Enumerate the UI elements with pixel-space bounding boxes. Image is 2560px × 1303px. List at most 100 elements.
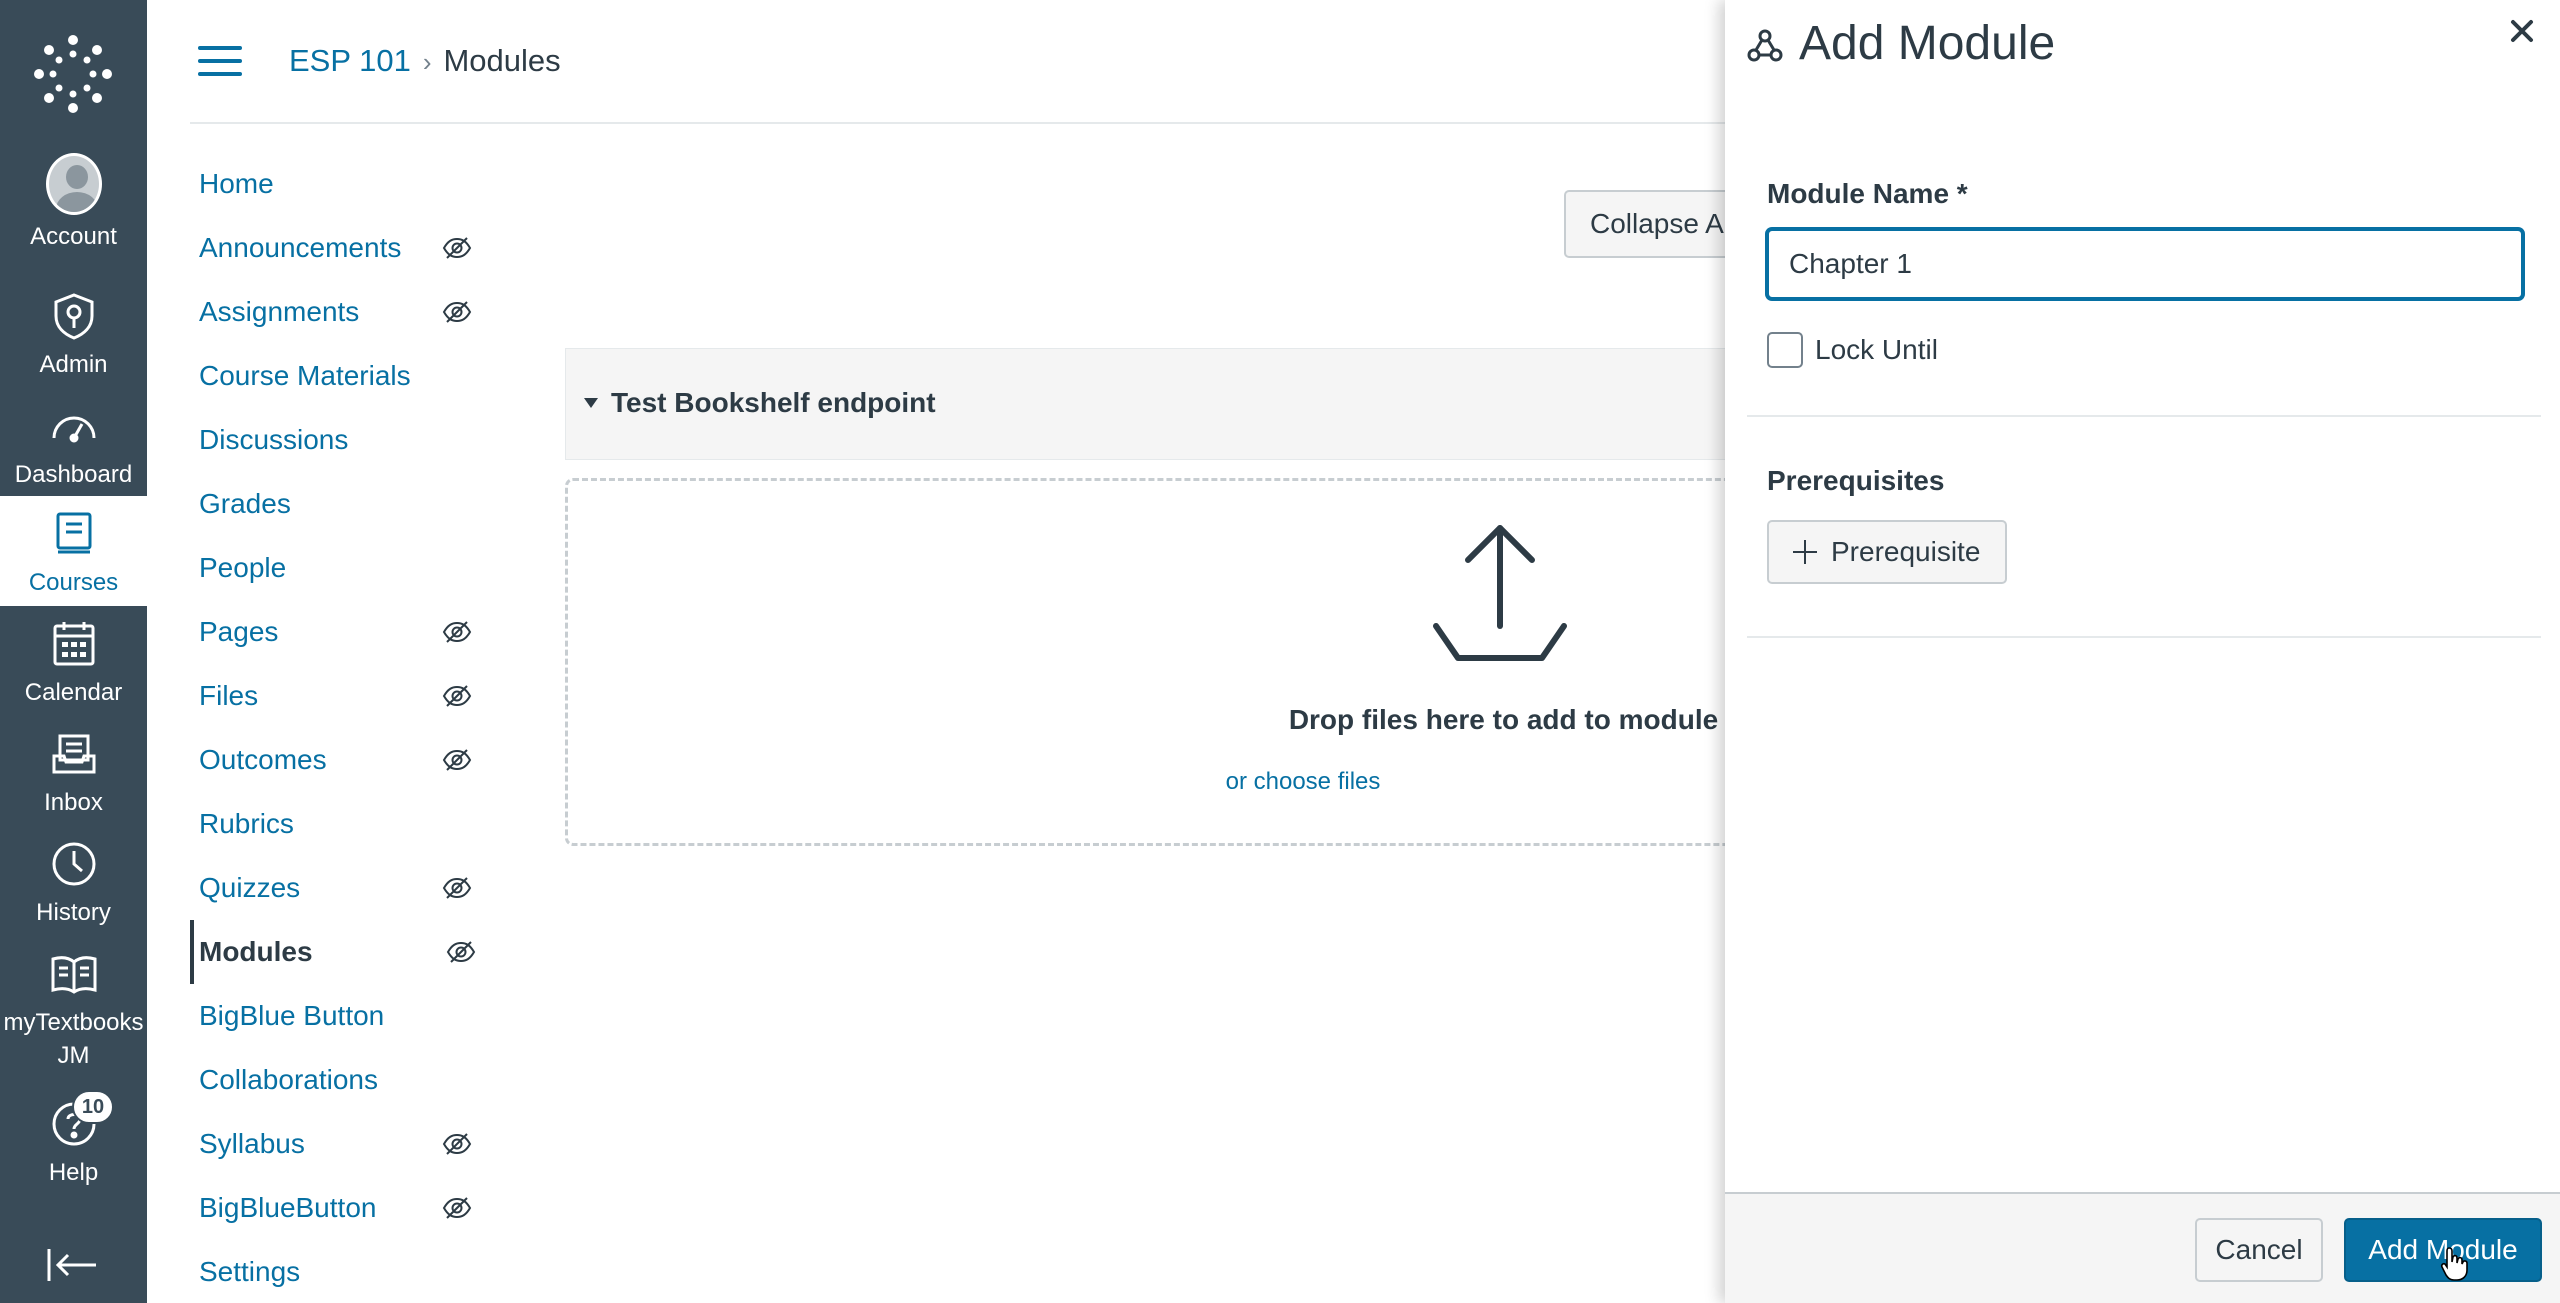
course-nav-item[interactable]: Discussions — [190, 408, 490, 472]
inbox-icon — [46, 726, 102, 782]
course-nav-label: Grades — [199, 488, 291, 519]
course-nav-item[interactable]: Announcements — [190, 216, 490, 280]
eye-slash-icon — [442, 1195, 472, 1219]
add-prerequisite-button[interactable]: Prerequisite — [1767, 520, 2007, 584]
course-nav-label: Collaborations — [199, 1064, 378, 1095]
course-nav-item[interactable]: Outcomes — [190, 728, 490, 792]
tray-title: Add Module — [1799, 17, 2056, 70]
module-header[interactable]: Test Bookshelf endpoint — [565, 348, 1745, 460]
breadcrumb: ESP 101 › Modules — [289, 41, 561, 82]
hamburger-menu-icon[interactable] — [198, 46, 242, 80]
course-nav-label: Discussions — [199, 424, 349, 455]
course-nav-item[interactable]: Modules — [190, 920, 490, 984]
nav-admin-label: Admin — [39, 351, 108, 378]
nav-dashboard[interactable]: Dashboard — [0, 388, 147, 498]
eye-slash-icon — [442, 299, 472, 323]
course-nav-item[interactable]: Home — [190, 152, 490, 216]
add-prerequisite-label: Prerequisite — [1831, 536, 1981, 567]
nav-account-label: Account — [30, 223, 117, 250]
course-nav-label: Announcements — [199, 232, 402, 263]
header-divider — [190, 122, 1725, 124]
course-nav-label: Syllabus — [199, 1128, 305, 1159]
eye-slash-icon — [442, 235, 472, 259]
nav-calendar[interactable]: Calendar — [0, 606, 147, 716]
module-title: Test Bookshelf endpoint — [611, 387, 936, 418]
course-nav-item[interactable]: Settings — [190, 1240, 490, 1303]
course-nav-item[interactable]: Pages — [190, 600, 490, 664]
breadcrumb-separator: › — [422, 47, 432, 77]
upload-icon — [1430, 522, 1570, 662]
nav-history-label: History — [36, 899, 111, 926]
nav-courses-label: Courses — [28, 569, 119, 596]
nav-courses[interactable]: Courses — [0, 496, 147, 606]
shield-icon — [46, 288, 102, 344]
eye-slash-icon — [442, 1131, 472, 1155]
eye-slash-icon — [442, 875, 472, 899]
lock-until-checkbox[interactable] — [1767, 332, 1803, 368]
course-nav-item[interactable]: Quizzes — [190, 856, 490, 920]
plus-icon — [1793, 540, 1817, 564]
nav-dashboard-label: Dashboard — [14, 461, 133, 488]
course-nav-item[interactable]: Assignments — [190, 280, 490, 344]
course-nav-label: People — [199, 552, 287, 583]
course-nav-label: Settings — [199, 1256, 301, 1287]
cancel-button[interactable]: Cancel — [2195, 1218, 2323, 1282]
nav-mytextbooks[interactable]: myTextbooks JM — [0, 936, 147, 1069]
choose-files-link[interactable]: or choose files — [1103, 768, 1503, 796]
close-icon[interactable] — [2509, 18, 2535, 44]
tray-footer: Cancel Add Module — [1725, 1192, 2560, 1303]
breadcrumb-course-link[interactable]: ESP 101 — [289, 43, 411, 78]
course-nav-label: Rubrics — [199, 808, 294, 839]
nav-help[interactable]: 10 Help — [0, 1086, 147, 1196]
nav-inbox-label: Inbox — [44, 789, 103, 816]
course-nav-item[interactable]: Syllabus — [190, 1112, 490, 1176]
add-module-tray: Add Module Module Name * Lock Until Prer… — [1725, 0, 2560, 1303]
prerequisites-label: Prerequisites — [1767, 465, 1945, 496]
nav-mytextbooks-label: myTextbooks JM — [0, 1006, 147, 1072]
course-nav-label: Course Materials — [199, 360, 411, 391]
course-nav-item[interactable]: Grades — [190, 472, 490, 536]
nav-admin[interactable]: Admin — [0, 278, 147, 388]
avatar — [45, 153, 102, 215]
caret-down-icon[interactable] — [584, 398, 598, 408]
eye-slash-icon — [446, 939, 476, 963]
collapse-all-button[interactable]: Collapse All — [1564, 190, 1744, 258]
modules-icon — [1747, 28, 1783, 64]
collapse-nav-icon[interactable] — [46, 1245, 100, 1285]
book-icon — [46, 506, 102, 562]
help-badge: 10 — [72, 1090, 114, 1124]
course-nav-label: Pages — [199, 616, 279, 647]
nav-inbox[interactable]: Inbox — [0, 716, 147, 826]
nav-help-label: Help — [48, 1159, 99, 1186]
course-nav-item[interactable]: Collaborations — [190, 1048, 490, 1112]
course-nav-label: Home — [199, 168, 274, 199]
dashboard-icon — [46, 398, 102, 454]
eye-slash-icon — [442, 683, 472, 707]
hand-cursor-icon — [2440, 1246, 2470, 1282]
eye-slash-icon — [442, 747, 472, 771]
course-nav-item[interactable]: Course Materials — [190, 344, 490, 408]
eye-slash-icon — [442, 619, 472, 643]
tray-divider — [1747, 415, 2541, 417]
lock-until-row: Lock Until — [1767, 332, 1938, 368]
canvas-logo-icon[interactable] — [33, 34, 113, 114]
course-nav-label: BigBlueButton — [199, 1192, 377, 1223]
module-name-label: Module Name * — [1767, 178, 1968, 209]
tray-divider — [1747, 636, 2541, 638]
course-nav-label: Modules — [199, 936, 313, 967]
course-nav-item[interactable]: Files — [190, 664, 490, 728]
course-nav-label: BigBlue Button — [199, 1000, 385, 1031]
nav-account[interactable]: Account — [0, 150, 147, 260]
course-nav-item[interactable]: Rubrics — [190, 792, 490, 856]
course-nav-label: Files — [199, 680, 259, 711]
clock-icon — [46, 836, 102, 892]
course-nav-item[interactable]: People — [190, 536, 490, 600]
module-name-input[interactable] — [1767, 229, 2523, 299]
course-nav-item[interactable]: BigBlueButton — [190, 1176, 490, 1240]
course-navigation: Home Announcements Assignments Course Mater… — [190, 152, 490, 1303]
lock-until-label[interactable]: Lock Until — [1815, 334, 1938, 366]
course-nav-item[interactable]: BigBlue Button — [190, 984, 490, 1048]
course-nav-label: Quizzes — [199, 872, 301, 903]
nav-history[interactable]: History — [0, 826, 147, 936]
breadcrumb-current: Modules — [443, 43, 561, 78]
